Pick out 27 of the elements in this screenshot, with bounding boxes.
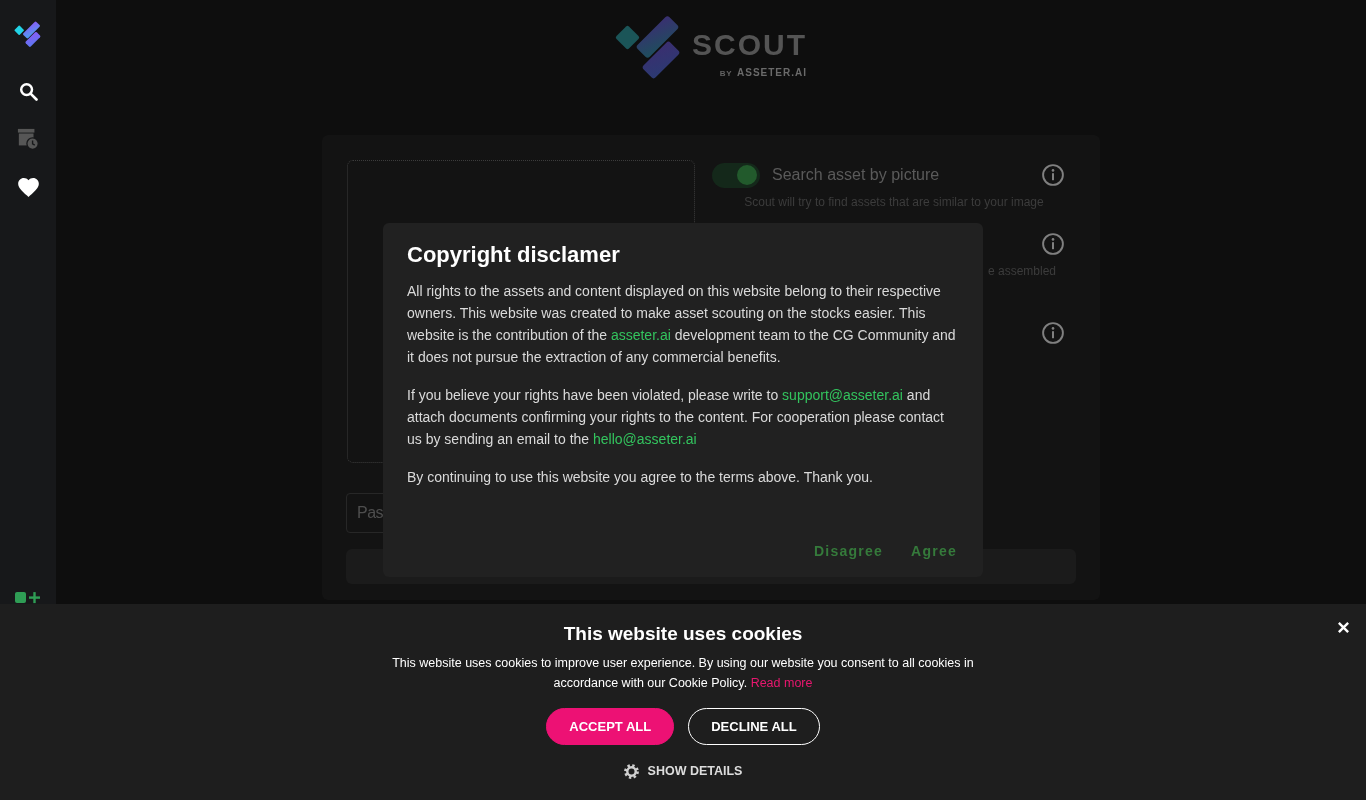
dialog-paragraph: All rights to the assets and content displayed on this website belong to their respective owners. This website was created to make asset scouting on the stocks easier. This website is the contribution of the asseter.ai development team to the CG Community and it does not pursue the extraction of any commercial benefits. <box>407 282 957 367</box>
info-icon[interactable] <box>1042 322 1064 344</box>
square-plus-icon[interactable] <box>14 591 42 604</box>
toggle-switch[interactable] <box>712 162 760 188</box>
close-icon <box>1337 621 1350 634</box>
logo-brand: ASSETER.AI <box>737 66 807 79</box>
logo-title: SCOUT <box>692 30 807 60</box>
option-label: Search asset by picture <box>772 166 940 184</box>
inline-link[interactable]: hello@asseter.ai <box>593 431 697 447</box>
close-button[interactable] <box>1335 619 1352 636</box>
search-icon[interactable] <box>18 81 38 101</box>
info-icon[interactable] <box>1042 164 1064 186</box>
heart-icon[interactable] <box>17 177 39 197</box>
gear-icon <box>623 763 639 779</box>
cookie-title: This website uses cookies <box>563 622 803 646</box>
dialog-paragraph: By continuing to use this website you agree to the terms above. Thank you. <box>407 468 874 487</box>
read-more-link[interactable]: Read more <box>750 676 813 690</box>
inline-link[interactable]: asseter.ai <box>610 327 671 343</box>
show-details-button[interactable]: SHOW DETAILS <box>623 762 743 780</box>
accept-button[interactable]: ACCEPT ALL <box>546 708 675 745</box>
logo-byline: BY <box>719 68 732 80</box>
dialog-title: Copyright disclamer <box>407 241 621 269</box>
inline-link[interactable]: support@asseter.ai <box>782 387 903 403</box>
info-icon[interactable] <box>1042 233 1064 255</box>
dialog-paragraph: If you believe your rights have been violated, please write to support@asseter.ai and attach documents confirming your rights to the content. For cooperation please contact us by sending an email to the hello@asseter.ai <box>407 386 945 449</box>
cookie-text: This website uses cookies to improve user experience. By using our website you consent to all cookies in accordance with our Cookie Policy. Read more <box>391 655 975 692</box>
app-logo-icon[interactable] <box>14 21 42 48</box>
